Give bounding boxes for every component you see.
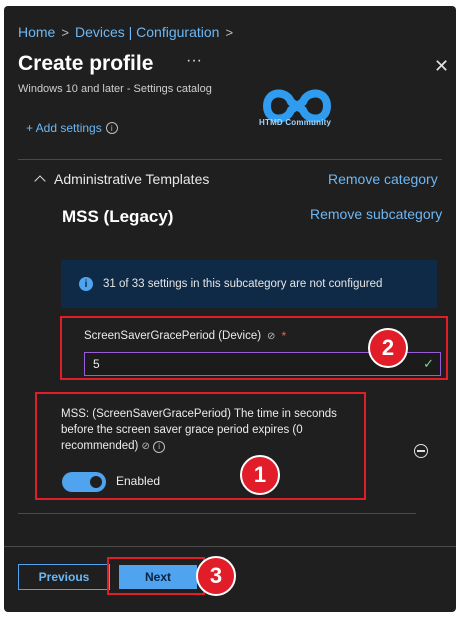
screensaver-grace-period-label: ScreenSaverGracePeriod (Device) ⊘ * [84, 329, 286, 343]
breadcrumb-separator-icon: > [225, 24, 234, 40]
logo-text: HTMD Community [259, 118, 332, 127]
info-icon[interactable]: i [105, 122, 118, 134]
create-profile-panel: Home > Devices | Configuration > Create … [4, 6, 456, 612]
remove-subcategory-link[interactable]: Remove subcategory [310, 206, 442, 222]
info-icon: i [79, 277, 93, 291]
info-icon[interactable]: i [153, 441, 166, 453]
step-badge-1: 1 [240, 455, 280, 495]
screenshot-frame: Home > Devices | Configuration > Create … [0, 0, 460, 618]
category-name: Administrative Templates [54, 171, 210, 187]
toggle-label: Enabled [116, 474, 161, 488]
checkmark-icon: ✓ [423, 356, 434, 371]
link-icon[interactable]: ⊘ [267, 331, 275, 342]
previous-button[interactable]: Previous [18, 564, 110, 590]
remove-setting-icon[interactable] [414, 444, 428, 458]
info-bar: i 31 of 33 settings in this subcategory … [61, 260, 437, 308]
link-icon[interactable]: ⊘ [142, 441, 150, 452]
remove-category-link[interactable]: Remove category [328, 171, 438, 187]
more-options-icon[interactable]: ··· [186, 52, 202, 70]
close-icon[interactable]: ✕ [434, 56, 449, 77]
subcategory-title: MSS (Legacy) [62, 207, 174, 226]
add-settings-link[interactable]: + Add settings i [26, 121, 118, 135]
divider [18, 513, 416, 514]
category-header[interactable]: Administrative Templates [34, 171, 210, 187]
breadcrumb-separator-icon: > [61, 24, 69, 40]
breadcrumb: Home > Devices | Configuration > [18, 24, 233, 40]
step-badge-3: 3 [196, 556, 236, 596]
step-badge-2: 2 [368, 328, 408, 368]
info-bar-text: 31 of 33 settings in this subcategory ar… [103, 278, 383, 290]
divider [18, 159, 442, 160]
page-subtitle: Windows 10 and later - Settings catalog [18, 83, 212, 95]
breadcrumb-devices-configuration[interactable]: Devices | Configuration [75, 24, 219, 40]
mss-setting-description: MSS: (ScreenSaverGracePeriod) The time i… [61, 406, 361, 455]
breadcrumb-home[interactable]: Home [18, 24, 55, 40]
page-title: Create profile [18, 52, 154, 75]
chevron-up-icon[interactable] [34, 175, 46, 187]
field-label-text: ScreenSaverGracePeriod (Device) [84, 330, 262, 342]
htmd-logo-icon [263, 89, 331, 123]
mss-setting-text: MSS: (ScreenSaverGracePeriod) The time i… [61, 408, 337, 452]
enabled-toggle[interactable] [62, 472, 106, 492]
footer-divider [4, 546, 456, 547]
input-value: 5 [93, 357, 100, 371]
add-settings-label: + Add settings [26, 121, 102, 135]
required-marker: * [281, 329, 287, 343]
next-button[interactable]: Next [119, 565, 197, 589]
